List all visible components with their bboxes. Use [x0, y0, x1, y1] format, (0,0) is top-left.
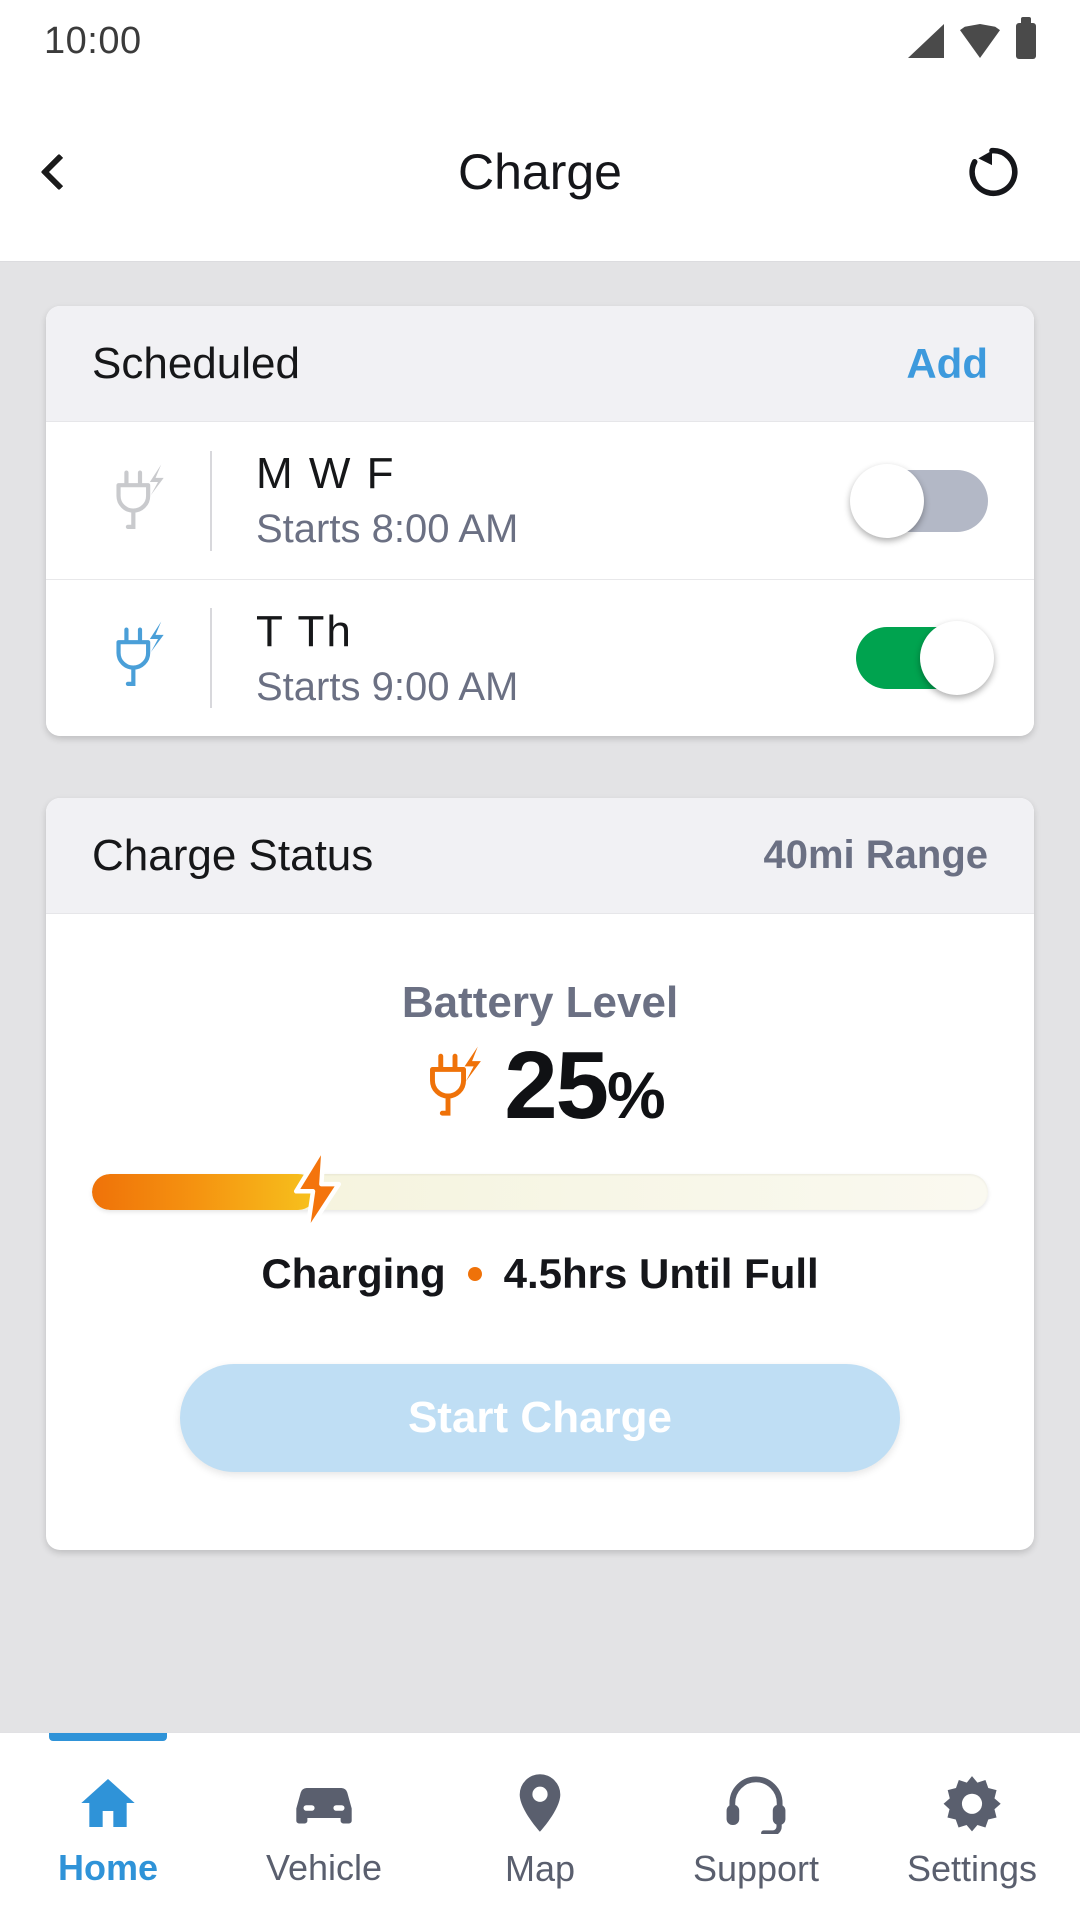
- range-label: 40mi Range: [763, 833, 988, 877]
- progress-fill: [92, 1174, 316, 1210]
- signal-icon: [908, 24, 944, 58]
- schedule-toggle[interactable]: [856, 621, 994, 695]
- schedule-row-text: T Th Starts 9:00 AM: [256, 607, 856, 710]
- charging-status-line: Charging 4.5hrs Until Full: [261, 1250, 818, 1298]
- nav-item-support[interactable]: Support: [648, 1733, 864, 1920]
- charging-state: Charging: [261, 1250, 446, 1297]
- status-icon-group: [908, 17, 1036, 59]
- scheduled-title: Scheduled: [92, 338, 300, 388]
- home-icon: [81, 1778, 135, 1827]
- time-until-full: 4.5hrs Until Full: [503, 1250, 819, 1297]
- schedule-plug-icon-wrap: [92, 459, 188, 543]
- charge-screen: 10:00 Charge Scheduled Add M W F Starts …: [0, 0, 1080, 1920]
- charge-status-title: Charge Status: [92, 830, 374, 880]
- plug-bolt-icon: [116, 463, 164, 529]
- nav-label-settings: Settings: [906, 1847, 1038, 1889]
- battery-percent-row: 25%: [416, 1038, 666, 1134]
- nav-item-vehicle[interactable]: Vehicle: [216, 1733, 432, 1920]
- battery-icon: [1016, 17, 1036, 59]
- status-time: 10:00: [44, 19, 142, 62]
- nav-item-map[interactable]: Map: [432, 1733, 648, 1920]
- schedule-row[interactable]: T Th Starts 9:00 AM: [46, 579, 1034, 736]
- scheduled-card: Scheduled Add M W F Starts 8:00 AM T Th …: [46, 306, 1034, 736]
- toggle-knob: [920, 621, 994, 695]
- separator-dot: [467, 1267, 482, 1281]
- nav-item-home[interactable]: Home: [0, 1733, 216, 1920]
- car-icon: [296, 1787, 352, 1823]
- add-schedule-button[interactable]: Add: [906, 340, 988, 388]
- nav-label-home: Home: [57, 1846, 159, 1888]
- headset-icon: [726, 1776, 786, 1834]
- schedule-row-text: M W F Starts 8:00 AM: [256, 449, 856, 552]
- nav-label-vehicle: Vehicle: [265, 1846, 383, 1888]
- schedule-row[interactable]: M W F Starts 8:00 AM: [46, 422, 1034, 579]
- battery-percent-value: 25: [504, 1032, 609, 1139]
- schedule-row-divider: [210, 608, 212, 708]
- page-title: Charge: [458, 143, 622, 200]
- status-bar: 10:00: [0, 0, 1080, 82]
- nav-label-support: Support: [692, 1847, 820, 1889]
- refresh-button[interactable]: [950, 130, 1034, 214]
- progress-track: [92, 1174, 988, 1210]
- schedule-plug-icon-wrap: [92, 616, 188, 700]
- active-tab-indicator: [49, 1733, 167, 1741]
- schedule-days: T Th: [256, 606, 353, 656]
- battery-percent-unit: %: [607, 1058, 666, 1132]
- charge-status-body: Battery Level 25% Charging 4.5hrs Until …: [46, 914, 1034, 1550]
- battery-percent: 25%: [504, 1038, 666, 1134]
- nav-label-map: Map: [504, 1847, 576, 1889]
- map-pin-icon: [519, 1773, 561, 1832]
- battery-progress-bar: [92, 1144, 988, 1235]
- toggle-knob: [850, 463, 924, 538]
- schedule-start-time: Starts 8:00 AM: [256, 507, 519, 551]
- lightning-bolt-icon: [293, 1144, 342, 1235]
- scheduled-card-header: Scheduled Add: [46, 306, 1034, 422]
- schedule-start-time: Starts 9:00 AM: [256, 664, 519, 709]
- chevron-left-icon: [40, 153, 78, 190]
- nav-item-settings[interactable]: Settings: [864, 1733, 1080, 1920]
- plug-bolt-icon: [116, 621, 164, 686]
- progress-bolt-marker: [285, 1144, 347, 1240]
- refresh-counterclockwise-icon: [969, 147, 1018, 196]
- gear-icon: [943, 1775, 1001, 1831]
- plug-bolt-icon: [430, 1046, 482, 1116]
- start-charge-button[interactable]: Start Charge: [180, 1364, 900, 1472]
- back-button[interactable]: [40, 132, 126, 212]
- schedule-row-divider: [210, 450, 212, 551]
- app-bar: Charge: [0, 82, 1080, 262]
- charge-status-header: Charge Status 40mi Range: [46, 798, 1034, 914]
- charge-status-card: Charge Status 40mi Range Battery Level 2…: [46, 798, 1034, 1550]
- wifi-icon: [960, 24, 1000, 58]
- schedule-toggle[interactable]: [850, 463, 988, 538]
- schedule-days: M W F: [256, 449, 396, 498]
- page-content: Scheduled Add M W F Starts 8:00 AM T Th …: [0, 262, 1080, 1732]
- bottom-navigation: Home Vehicle Map Support Settings: [0, 1732, 1080, 1920]
- battery-level-label: Battery Level: [401, 978, 679, 1027]
